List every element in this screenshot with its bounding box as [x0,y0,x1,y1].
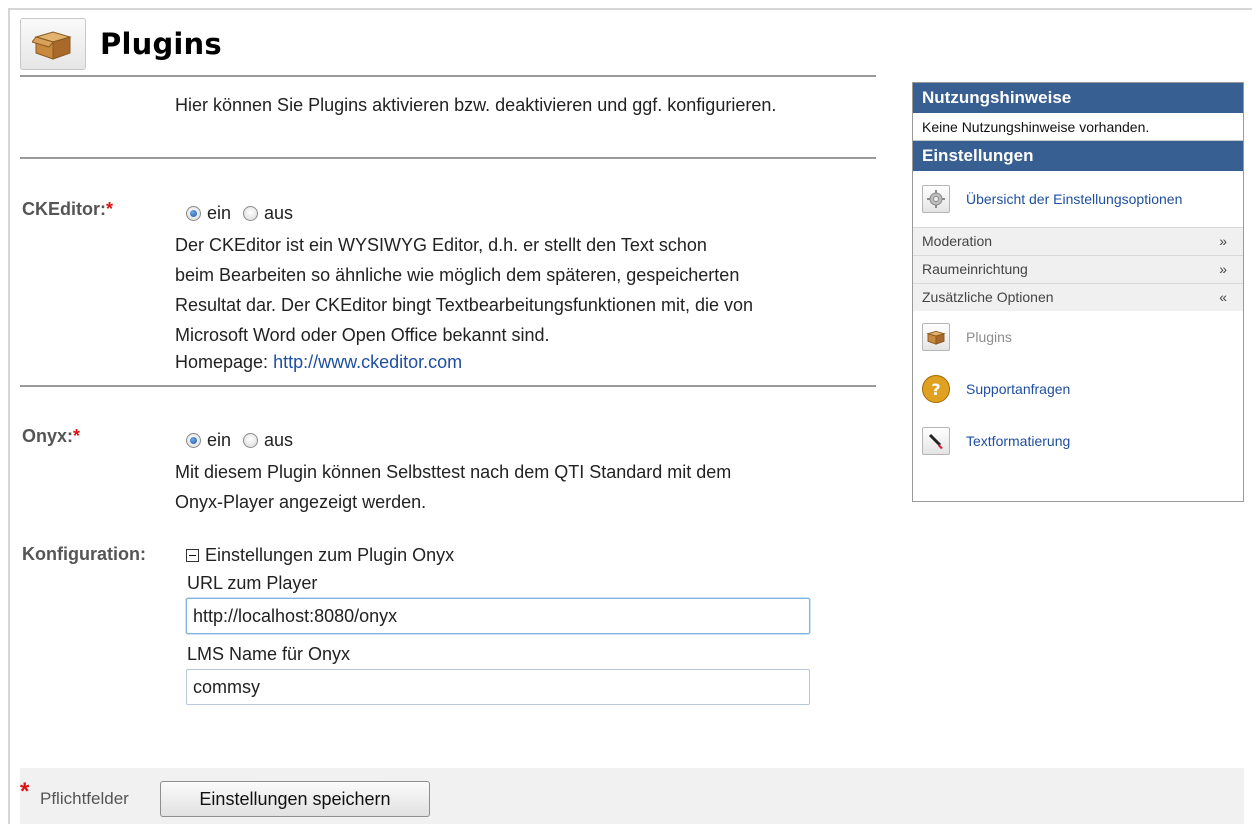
lms-field-label: LMS Name für Onyx [187,644,351,664]
double-chevron-up-icon[interactable]: « [1219,284,1227,311]
onyx-settings-toggle[interactable]: Einstellungen zum Plugin Onyx [186,545,454,566]
ckeditor-label: CKEditor:* [22,199,113,220]
section-label[interactable]: Raumeinrichtung [922,261,1028,277]
section-zusaetzliche-optionen[interactable]: Zusätzliche Optionen « [913,283,1243,311]
onyx-radio-off-label[interactable]: aus [264,430,293,451]
ckeditor-description-line: beim Bearbeiten so ähnliche wie möglich … [175,265,740,285]
ckeditor-homepage: Homepage: http://www.ckeditor.com [175,352,462,373]
double-chevron-down-icon[interactable]: » [1219,228,1227,255]
section-moderation[interactable]: Moderation » [913,227,1243,255]
ckeditor-radio-on[interactable] [186,206,201,221]
settings-overview-item[interactable]: Übersicht der Einstellungsoptionen [913,171,1243,227]
onyx-label: Onyx:* [22,426,80,447]
sidebar-item-textformatierung[interactable]: Textformatierung [913,415,1243,467]
lms-name-input[interactable] [186,669,810,705]
onyx-radio-on[interactable] [186,433,201,448]
section-label[interactable]: Zusätzliche Optionen [922,289,1054,305]
section-label[interactable]: Moderation [922,233,992,249]
sidebar-item-supportanfragen[interactable]: ? Supportanfragen [913,363,1243,415]
ckeditor-label-text: CKEditor: [22,199,106,219]
ckeditor-radio-off[interactable] [243,206,259,221]
onyx-description-line: Mit diesem Plugin können Selbsttest nach… [175,462,732,482]
divider [20,75,876,77]
ckeditor-description: Der CKEditor ist ein WYSIWYG Editor, d.h… [175,230,875,350]
brush-icon [922,427,950,455]
player-url-input[interactable] [186,598,810,634]
ckeditor-description-line: Resultat dar. Der CKEditor bingt Textbea… [175,295,753,315]
save-settings-button[interactable]: Einstellungen speichern [160,781,430,817]
divider [20,157,876,159]
gear-icon [922,185,950,213]
section-raumeinrichtung[interactable]: Raumeinrichtung » [913,255,1243,283]
ckeditor-radio-on-label[interactable]: ein [207,203,231,224]
required-mark: * [73,426,81,446]
onyx-description-line: Onyx-Player angezeigt werden. [175,492,427,512]
onyx-radio-group: ein aus [186,430,305,451]
ckeditor-radio-group: ein aus [186,203,305,224]
sidebar-item-label[interactable]: Textformatierung [966,433,1070,449]
page-title: Plugins [100,27,222,61]
sidebar: Nutzungshinweise Keine Nutzungshinweise … [912,82,1244,502]
usage-header: Nutzungshinweise [913,83,1243,113]
ckeditor-radio-off-label[interactable]: aus [264,203,293,224]
intro-text: Hier können Sie Plugins aktivieren bzw. … [175,95,777,115]
sidebar-item-plugins[interactable]: Plugins [913,311,1243,363]
required-mark: * [20,778,30,805]
double-chevron-down-icon[interactable]: » [1219,256,1227,283]
onyx-radio-off[interactable] [243,433,259,448]
divider [20,385,876,387]
required-mark: * [106,199,114,219]
onyx-label-text: Onyx: [22,426,74,446]
settings-overview-link[interactable]: Übersicht der Einstellungsoptionen [966,191,1182,207]
onyx-description: Mit diesem Plugin können Selbsttest nach… [175,457,875,517]
homepage-label: Homepage: [175,352,269,372]
url-field-label: URL zum Player [187,573,318,593]
sidebar-item-label[interactable]: Supportanfragen [966,381,1070,397]
required-fields-note: Pflichtfelder [40,789,129,808]
package-box-icon [922,323,950,351]
page-header: Plugins [20,18,222,70]
sidebar-item-label[interactable]: Plugins [966,329,1012,345]
usage-note: Keine Nutzungshinweise vorhanden. [913,113,1243,141]
onyx-settings-toggle-label[interactable]: Einstellungen zum Plugin Onyx [205,545,454,566]
ckeditor-homepage-link[interactable]: http://www.ckeditor.com [273,352,462,372]
question-icon: ? [922,375,950,403]
package-box-icon [20,18,86,70]
settings-header: Einstellungen [913,141,1243,171]
ckeditor-description-line: Microsoft Word oder Open Office bekannt … [175,325,550,345]
collapse-icon[interactable] [186,549,199,562]
onyx-radio-on-label[interactable]: ein [207,430,231,451]
configuration-label: Konfiguration: [22,544,146,564]
ckeditor-description-line: Der CKEditor ist ein WYSIWYG Editor, d.h… [175,235,707,255]
